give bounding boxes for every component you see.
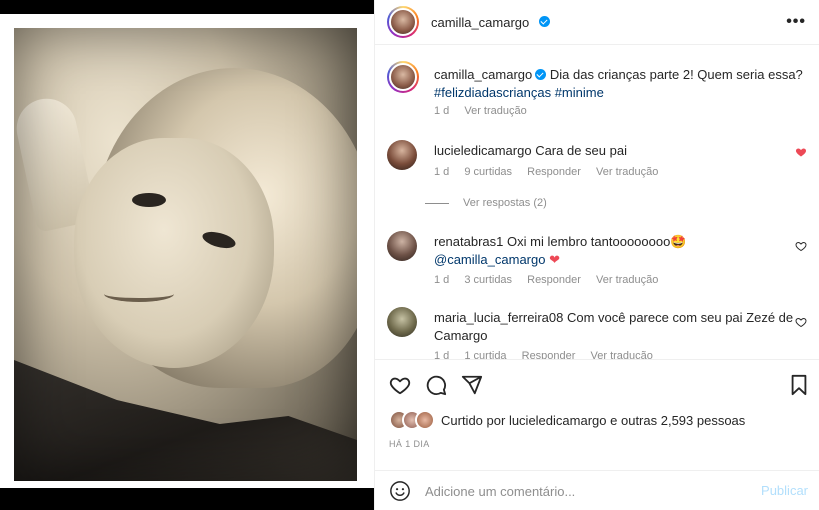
translate-link[interactable]: Ver tradução [596, 166, 658, 178]
replies-divider [425, 202, 449, 204]
comment-username[interactable]: lucieledicamargo [434, 143, 532, 158]
star-struck-emoji: 🤩 [670, 234, 687, 249]
likes-prefix: Curtido por [441, 413, 506, 428]
comment-likes-count[interactable]: 1 curtida [464, 350, 506, 359]
comment-text: maria_lucia_ferreira08 Com você parece c… [434, 309, 806, 345]
caption-meta: 1 d Ver tradução [434, 105, 539, 117]
post-photo[interactable] [14, 28, 357, 481]
reply-button[interactable]: Responder [527, 166, 581, 178]
comment-username[interactable]: maria_lucia_ferreira08 [434, 310, 563, 325]
reply-button[interactable]: Responder [527, 274, 581, 286]
comment-avatar[interactable] [387, 231, 417, 261]
translate-link[interactable]: Ver tradução [464, 105, 526, 117]
verified-badge-icon [539, 16, 550, 27]
add-comment-bar: Publicar [375, 470, 819, 510]
comment-heart-filled-icon[interactable] [795, 146, 807, 158]
comment-likes-count[interactable]: 3 curtidas [464, 274, 512, 286]
comment-username[interactable]: renatabras1 [434, 234, 503, 249]
caption-avatar[interactable] [387, 61, 419, 93]
comment-body: Cara de seu pai [535, 143, 627, 158]
view-replies-label: Ver respostas (2) [463, 197, 547, 209]
post-comment-button[interactable]: Publicar [761, 483, 808, 498]
translate-link[interactable]: Ver tradução [591, 350, 653, 359]
liker-avatars[interactable] [389, 410, 439, 430]
comment-icon[interactable] [425, 374, 447, 396]
comment-avatar[interactable] [387, 140, 417, 170]
post-action-bar [375, 359, 819, 409]
emoji-icon[interactable] [389, 480, 411, 502]
hashtag-link[interactable]: #minime [555, 85, 604, 100]
heart-icon[interactable] [389, 374, 411, 396]
comment-input[interactable] [425, 481, 745, 501]
comments-list[interactable]: camilla_camargo Dia das crianças parte 2… [375, 45, 819, 359]
hashtag-link[interactable]: #felizdiadascrianças [434, 85, 551, 100]
likes-conj: e [610, 413, 618, 428]
bookmark-icon[interactable] [789, 374, 809, 396]
comment-body: Oxi mi lembro tantoooooooo [507, 234, 671, 249]
comment-time: 1 d [434, 166, 450, 178]
author-username[interactable]: camilla_camargo [431, 15, 529, 30]
mention-link[interactable]: @camilla_camargo [434, 252, 545, 267]
comment-avatar[interactable] [387, 307, 417, 337]
comment-text: lucieledicamargo Cara de seu pai [434, 142, 806, 160]
verified-badge-icon [535, 69, 547, 80]
comment-meta: 1 d 3 curtidas Responder Ver tradução [434, 274, 670, 286]
caption-time: 1 d [434, 105, 450, 117]
post-media [0, 0, 374, 510]
likes-text: Curtido por lucieledicamargo e outras 2,… [441, 413, 745, 428]
comment-meta: 1 d 1 curtida Responder Ver tradução [434, 350, 665, 359]
translate-link[interactable]: Ver tradução [596, 274, 658, 286]
comment-heart-outline-icon[interactable] [795, 240, 807, 252]
send-icon[interactable] [461, 374, 483, 396]
comment-text: renatabras1 Oxi mi lembro tantoooooooo🤩 … [434, 233, 806, 269]
heart-emoji: ❤ [549, 252, 560, 267]
comment-likes-count[interactable]: 9 curtidas [464, 166, 512, 178]
caption-username[interactable]: camilla_camargo [434, 67, 532, 82]
comment-meta: 1 d 9 curtidas Responder Ver tradução [434, 166, 670, 178]
comment-heart-outline-icon[interactable] [795, 316, 807, 328]
post-timestamp[interactable]: HÁ 1 DIA [389, 439, 430, 449]
post-header: camilla_camargo ••• [375, 0, 819, 45]
comment-time: 1 d [434, 350, 450, 359]
more-options-icon[interactable]: ••• [786, 13, 806, 31]
view-replies-button[interactable]: Ver respostas (2) [425, 197, 547, 209]
photo-frame [0, 14, 374, 488]
likes-summary: Curtido por lucieledicamargo e outras 2,… [389, 410, 809, 432]
caption-text: camilla_camargo Dia das crianças parte 2… [434, 66, 806, 102]
comment-time: 1 d [434, 274, 450, 286]
author-avatar[interactable] [387, 6, 419, 38]
likes-user-link[interactable]: lucieledicamargo [509, 413, 607, 428]
reply-button[interactable]: Responder [522, 350, 576, 359]
caption-body: Dia das crianças parte 2! Quem seria ess… [549, 67, 803, 82]
likes-others-link[interactable]: outras 2,593 pessoas [621, 413, 745, 428]
post-side-panel: camilla_camargo ••• camilla_camargo Dia … [374, 0, 819, 510]
